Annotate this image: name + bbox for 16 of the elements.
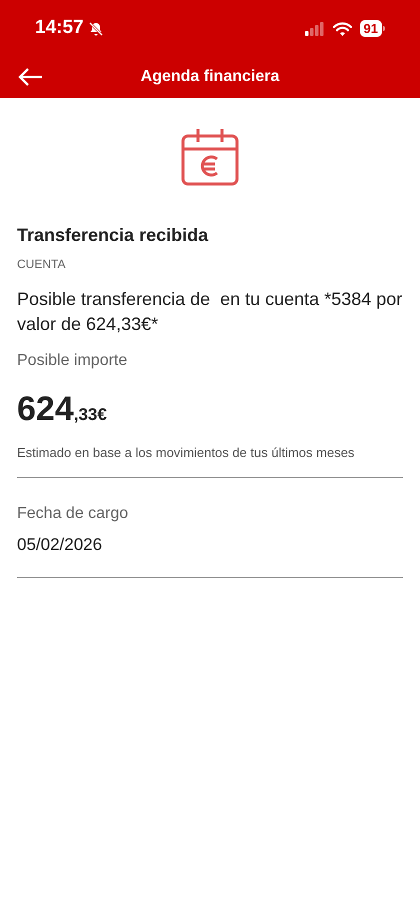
event-description: Posible transferencia de en tu cuenta *5384 por valor de 624,33€* (17, 288, 403, 336)
wifi-icon (332, 22, 352, 36)
amount-label: Posible importe (17, 351, 128, 371)
amount: 624,33€ (17, 389, 108, 429)
page-title: Agenda financiera (140, 66, 280, 86)
back-button[interactable] (18, 66, 44, 88)
muted-bell-icon (88, 20, 104, 36)
category-label: CUENTA (17, 256, 66, 273)
event-title: Transferencia recibida (17, 224, 210, 247)
field-label: Fecha de cargo (17, 504, 130, 524)
field-value: 05/02/2026 (17, 534, 104, 556)
calendar-euro-icon (180, 128, 240, 188)
signal-icon (304, 22, 325, 36)
battery-indicator: 91 (360, 20, 385, 37)
clock: 14:57 (35, 16, 84, 40)
amount-note: Estimado en base a los movimientos de tus últimos meses (17, 444, 356, 462)
